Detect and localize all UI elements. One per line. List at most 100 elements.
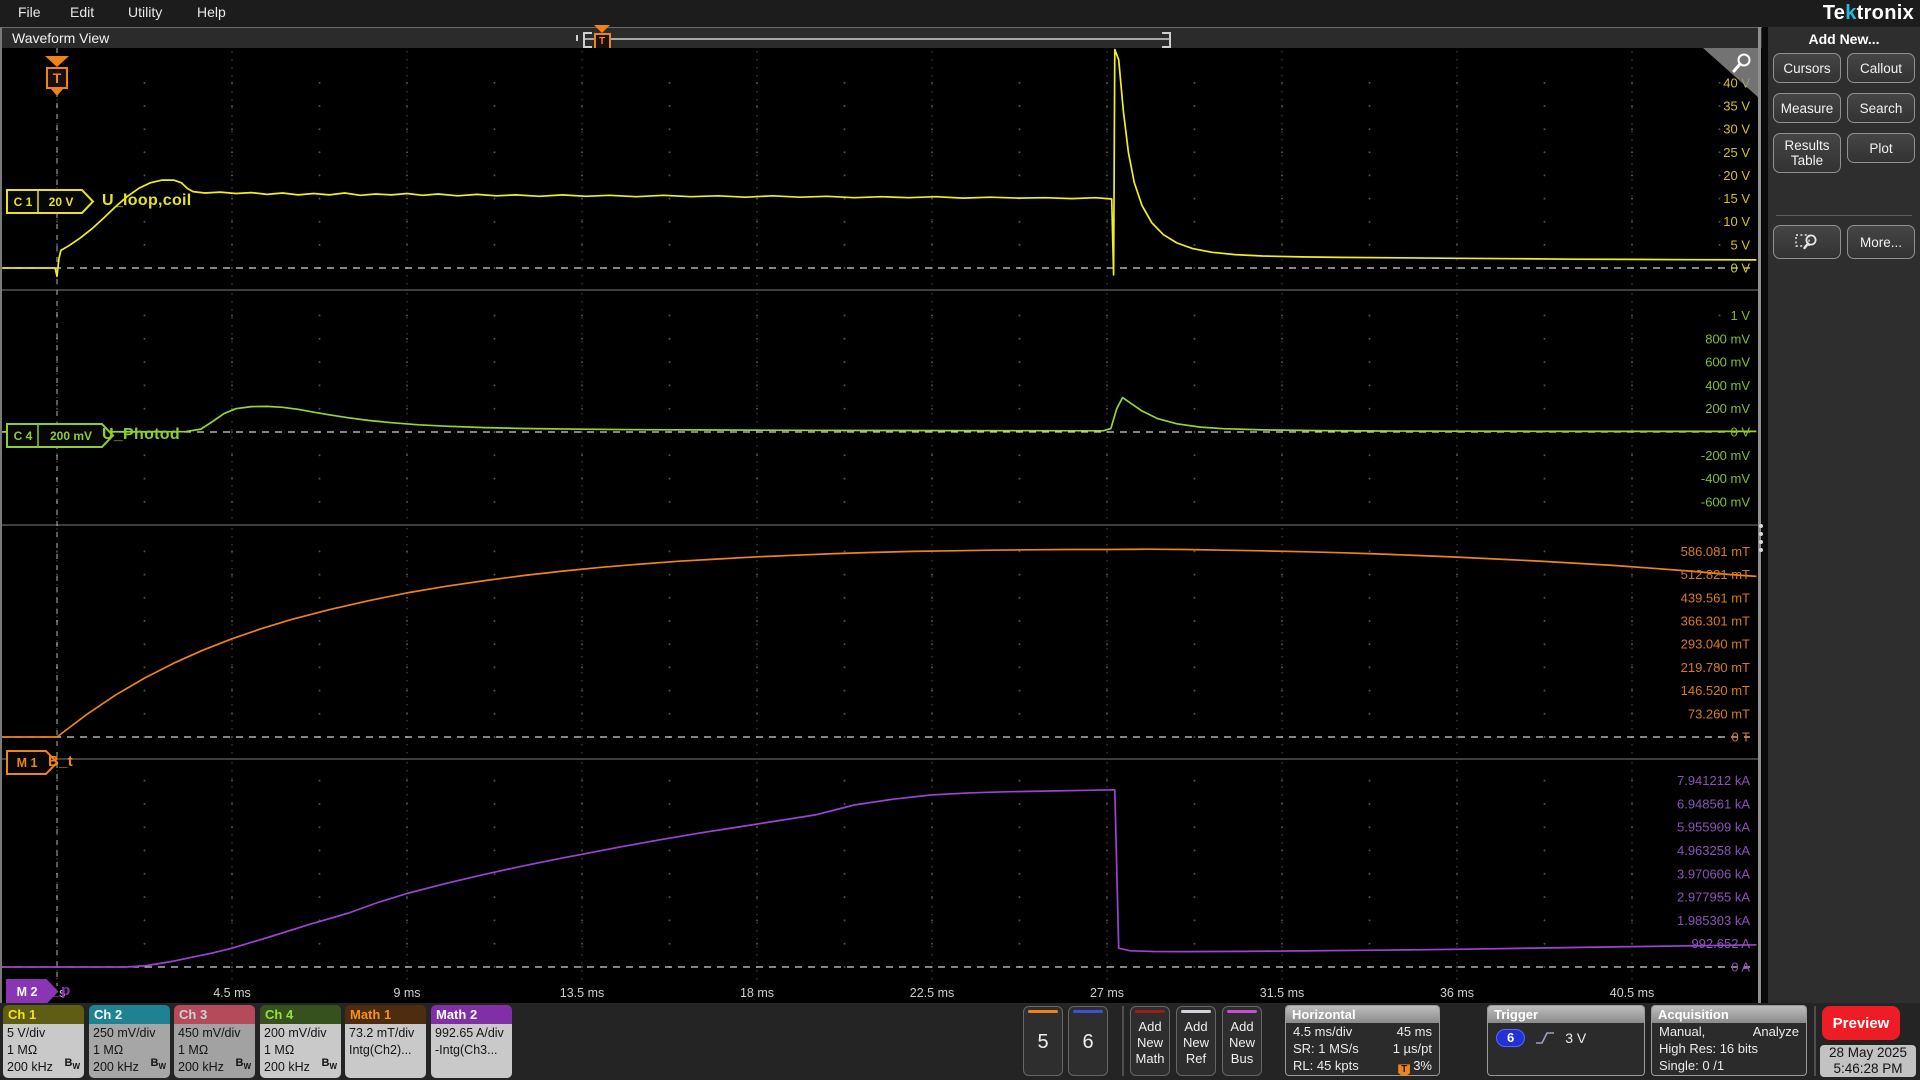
horizontal-row-left: SR: 1 MS/s <box>1293 1041 1359 1057</box>
y-tick-i-p: 4.963258 kA <box>1677 843 1750 858</box>
add-button-label: Add New Math <box>1135 1019 1165 1066</box>
channel-tile-math-1[interactable]: Math 1 73.2 mT/div Intg(Ch2)... <box>345 1005 426 1078</box>
date-text: 28 May 2025 <box>1828 1045 1908 1060</box>
y-tick-u-photod: 600 mV <box>1705 355 1750 370</box>
add-new-bus-button[interactable]: Add New Bus <box>1222 1006 1262 1076</box>
y-tick-u-loop-coil: 10 V <box>1723 214 1750 229</box>
channel-tile-ch-3[interactable]: Ch 3 450 mV/div 1 MΩ 200 kHz BW <box>174 1005 255 1078</box>
menu-file[interactable]: File <box>18 4 41 20</box>
acquisition-mode: Manual, <box>1659 1024 1706 1039</box>
panel-splitter[interactable] <box>1758 27 1761 1003</box>
channel-tile-ch-4[interactable]: Ch 4 200 mV/div 1 MΩ 200 kHz BW <box>260 1005 341 1078</box>
svg-text:M 1: M 1 <box>17 756 38 770</box>
trigger-panel[interactable]: Trigger 6 3 V <box>1487 1005 1645 1076</box>
time-text: 5:46:28 PM <box>1833 1061 1903 1076</box>
y-tick-u-photod: -400 mV <box>1701 471 1750 486</box>
x-tick-label: 9 ms <box>393 986 420 1000</box>
add-button-label: Add New Bus <box>1228 1019 1255 1066</box>
x-tick-label: 18 ms <box>740 986 774 1000</box>
y-tick-u-photod: -200 mV <box>1701 448 1750 463</box>
add-new-cursors-button[interactable]: Cursors <box>1773 53 1841 83</box>
bandwidth-limit-icon: BW <box>64 1056 80 1071</box>
x-tick-label: 22.5 ms <box>910 986 954 1000</box>
waveform-view-title: Waveform View <box>12 30 110 46</box>
acquisition-panel[interactable]: Acquisition Manual, Analyze High Res: 16 … <box>1651 1005 1807 1076</box>
minimap-trigger-marker[interactable]: T <box>593 25 611 50</box>
add-new-search-button[interactable]: Search <box>1847 93 1915 123</box>
y-tick-i-p: 3.970606 kA <box>1677 866 1750 881</box>
menu-edit[interactable]: Edit <box>70 4 94 20</box>
channel-badge-c-1[interactable]: C 1 20 V <box>6 189 96 219</box>
y-tick-u-loop-coil: 35 V <box>1723 99 1750 114</box>
horizontal-panel[interactable]: Horizontal 4.5 ms/div 45 ms SR: 1 MS/s 1 µs… <box>1285 1005 1440 1076</box>
wave-label-u-loop-coil: U_loop,coil <box>102 192 192 209</box>
more-button[interactable]: More... <box>1847 225 1915 259</box>
trace-u-photod <box>2 396 1757 433</box>
bandwidth-limit-icon: BW <box>150 1056 166 1071</box>
y-tick-u-loop-coil: 5 V <box>1730 237 1750 252</box>
y-tick-b-t: 0 T <box>1731 730 1750 745</box>
x-tick-label: 31.5 ms <box>1260 986 1304 1000</box>
y-tick-i-p: 1.985303 kA <box>1677 913 1750 928</box>
waveform-plot-area[interactable]: 40 V 35 V 30 V 25 V 20 V 15 V 10 V5 V0 V1 V 800… <box>2 48 1762 1004</box>
channel-tile-math-2[interactable]: Math 2 992.65 A/div -Intg(Ch3... <box>431 1005 512 1078</box>
minimap-trigger-triangle-icon <box>594 25 610 33</box>
oscilloscope-screen: File Edit Utility Help Tektronix Waveform V… <box>0 0 1920 1080</box>
settings-bar-divider <box>1122 1006 1124 1076</box>
y-tick-u-photod: 0 V <box>1730 425 1750 440</box>
channel-badge-c-4[interactable]: C 4 200 mV <box>6 423 116 453</box>
y-tick-u-loop-coil: 30 V <box>1723 122 1750 137</box>
channel-tile-line: -Intg(Ch3... <box>435 1043 498 1057</box>
channel-tile-line: 250 mV/div <box>93 1026 156 1040</box>
splitter-drag-handle-icon[interactable] <box>1759 520 1763 556</box>
add-new-callout-button[interactable]: Callout <box>1847 53 1915 83</box>
tektronix-logo: Tektronix <box>1822 2 1914 24</box>
grid-slice-1 <box>56 51 1721 286</box>
horizontal-row-left: 4.5 ms/div <box>1293 1024 1353 1039</box>
channel-slot-6-button[interactable]: 6 <box>1068 1006 1108 1076</box>
y-tick-u-photod: 1 V <box>1730 308 1750 323</box>
waveform-graticule: 40 V35 V30 V25 V20 V15 V10 V5 V0 V1 V800… <box>2 48 1758 1000</box>
add-new-math-button[interactable]: Add New Math <box>1130 1006 1170 1076</box>
panel-divider <box>1776 215 1912 216</box>
add-new-ref-button[interactable]: Add New Ref <box>1176 1006 1216 1076</box>
slot-number: 5 <box>1037 1031 1049 1053</box>
y-tick-u-loop-coil: 15 V <box>1723 191 1750 206</box>
y-tick-i-p: 6.948561 kA <box>1677 796 1750 811</box>
wave-label-u-photod: U_Photod <box>102 426 180 443</box>
y-tick-u-photod: 200 mV <box>1705 401 1750 416</box>
slot-color-stripe <box>1073 1010 1103 1013</box>
trace-i-p <box>2 788 1757 968</box>
trigger-tail-icon <box>51 89 63 96</box>
svg-text:C 4: C 4 <box>14 429 33 443</box>
horizontal-position-minimap[interactable]: T <box>576 25 1171 50</box>
minimap-track[interactable] <box>585 38 1169 40</box>
channel-tile-ch-1[interactable]: Ch 15 V/div 1 MΩ 200 kHz BW <box>3 1005 84 1078</box>
add-new-results-table-button[interactable]: Results Table <box>1773 133 1841 173</box>
svg-text:M 2: M 2 <box>17 985 38 999</box>
acquisition-resolution: High Res: 16 bits <box>1659 1041 1758 1057</box>
preview-button[interactable]: Preview <box>1822 1006 1900 1040</box>
datetime-display[interactable]: 28 May 2025 5:46:28 PM <box>1820 1045 1916 1077</box>
channel-slot-5-button[interactable]: 5 <box>1023 1006 1063 1076</box>
menu-help[interactable]: Help <box>197 4 226 20</box>
menu-utility[interactable]: Utility <box>128 4 162 20</box>
add-new-plot-button[interactable]: Plot <box>1847 133 1915 163</box>
rising-edge-icon <box>1536 1032 1555 1044</box>
slot-color-stripe <box>1028 1010 1058 1013</box>
minimap-left-bracket <box>583 32 592 48</box>
horizontal-row-right: 45 ms <box>1396 1024 1432 1039</box>
wave-label-b-t: B_t <box>48 753 74 770</box>
y-tick-b-t: 73.260 mT <box>1688 706 1750 721</box>
trigger-position-marker[interactable]: T <box>43 56 71 96</box>
add-new-measure-button[interactable]: Measure <box>1773 93 1841 123</box>
zoom-mode-button[interactable] <box>1773 225 1841 259</box>
trace-u-loop-coil <box>2 48 1757 278</box>
trigger-panel-header: Trigger <box>1488 1006 1644 1023</box>
waveform-view-titlebar: Waveform View T <box>2 25 1762 50</box>
y-tick-b-t: 366.301 mT <box>1681 614 1750 629</box>
y-tick-u-loop-coil: 20 V <box>1723 168 1750 183</box>
minimap-right-bracket <box>1162 32 1171 48</box>
channel-tile-ch-2[interactable]: Ch 2 250 mV/div 1 MΩ 200 kHz BW <box>89 1005 170 1078</box>
acquisition-analyze: Analyze <box>1752 1024 1799 1039</box>
